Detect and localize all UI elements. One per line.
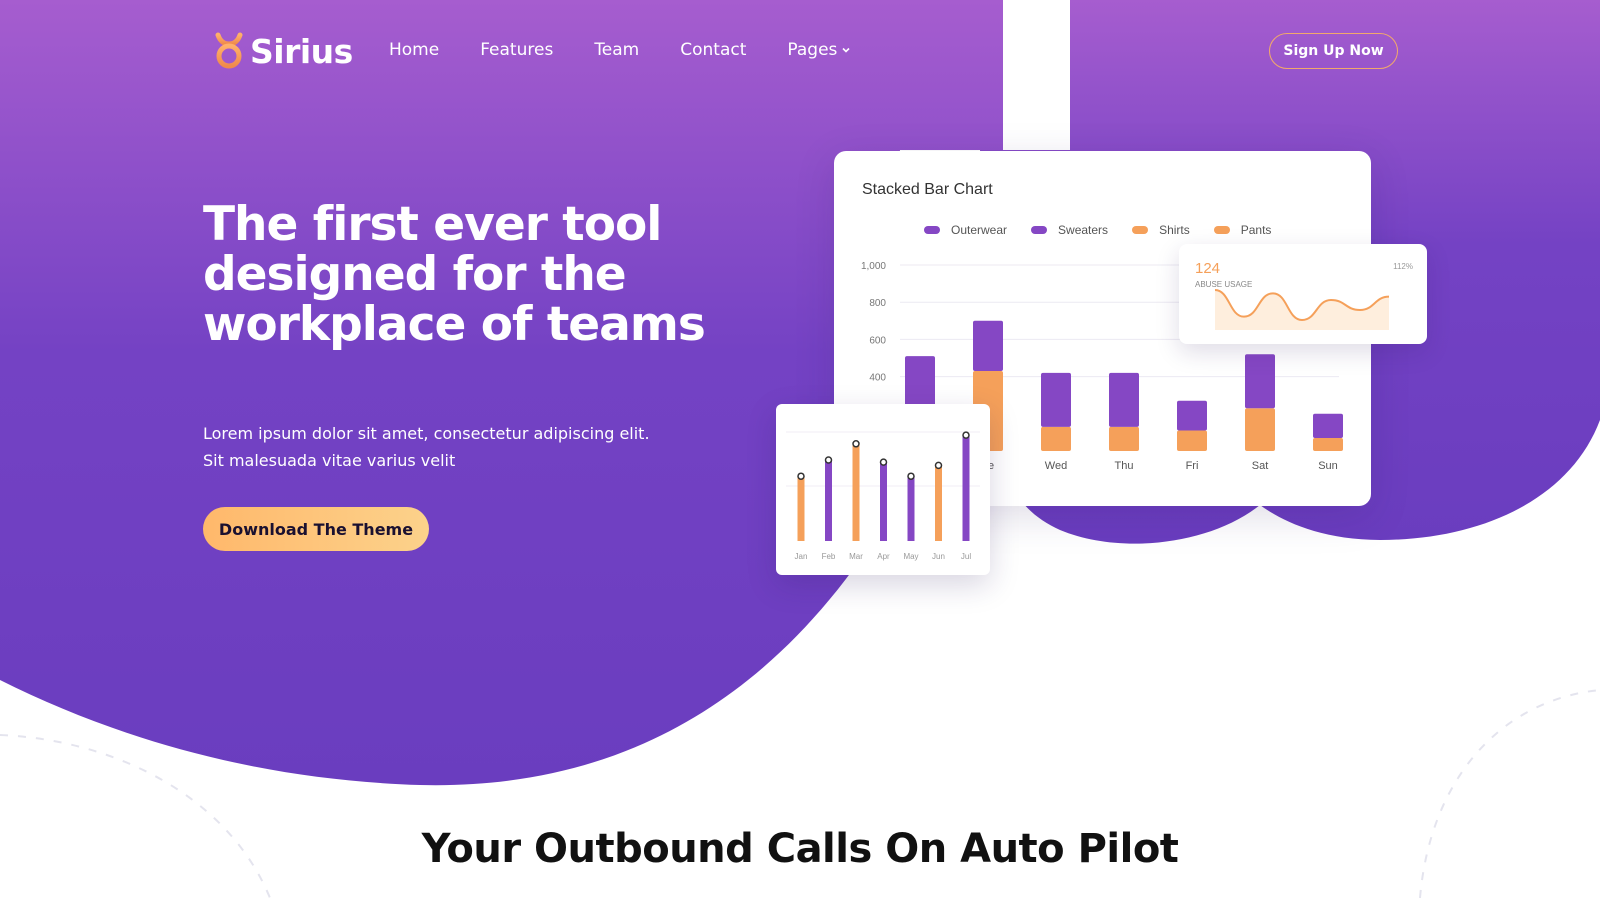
- month-bar: [907, 476, 915, 541]
- stacked-bar-segment: [1313, 437, 1343, 451]
- hero-title: The first ever tool designed for the wor…: [203, 197, 706, 352]
- month-label: Jan: [795, 552, 808, 561]
- main-menu: Home Features Team Contact Pages: [389, 40, 892, 60]
- chevron-down-icon: [842, 47, 850, 53]
- x-tick-label: Thu: [1115, 460, 1134, 472]
- stacked-bar-segment: [1109, 372, 1139, 427]
- nav-features[interactable]: Features: [480, 40, 553, 60]
- month-bar: [935, 465, 942, 541]
- x-tick-label: Fri: [1186, 460, 1199, 472]
- y-tick-label: 600: [869, 335, 886, 346]
- x-tick-label: Sat: [1252, 460, 1269, 472]
- month-label: Mar: [849, 552, 863, 561]
- month-label: Apr: [877, 552, 890, 561]
- hero-subtitle-line-1: Lorem ipsum dolor sit amet, consectetur …: [203, 424, 650, 443]
- y-tick-label: 800: [869, 298, 886, 309]
- usage-stat-card: 124 ABUSE USAGE 112%: [1179, 244, 1427, 344]
- download-theme-button[interactable]: Download The Theme: [203, 507, 429, 551]
- x-tick-label: Wed: [1045, 460, 1067, 472]
- y-tick-label: 1,000: [861, 261, 886, 272]
- monthly-bar-chart: Jan Feb Mar Apr May Jun Jul: [786, 431, 980, 561]
- sign-up-button[interactable]: Sign Up Now: [1269, 33, 1398, 69]
- nav-pages-label: Pages: [787, 40, 838, 60]
- month-bar: [852, 443, 860, 541]
- month-bar-dot: [824, 456, 833, 464]
- month-bar: [962, 435, 970, 541]
- x-tick-label: Sun: [1318, 460, 1338, 472]
- month-bar-dot: [852, 440, 860, 448]
- brand-name: Sirius: [250, 31, 353, 71]
- stacked-bar-segment: [1177, 400, 1207, 431]
- nav-contact[interactable]: Contact: [680, 40, 746, 60]
- month-bar-dot: [962, 431, 970, 439]
- stacked-bar-segment: [1041, 426, 1071, 451]
- month-bar-dot: [797, 472, 805, 480]
- usage-sparkline: [1214, 289, 1390, 330]
- month-bar: [797, 476, 805, 541]
- hero-subtitle-line-2: Sit malesuada vitae varius velit: [203, 451, 456, 470]
- nav-pages[interactable]: Pages: [787, 40, 851, 60]
- hero-subtitle: Lorem ipsum dolor sit amet, consectetur …: [203, 420, 703, 474]
- nav-home[interactable]: Home: [389, 40, 439, 60]
- stacked-bar-segment: [1109, 426, 1139, 451]
- stacked-bar-segment: [1177, 430, 1207, 451]
- stacked-bar-segment: [973, 320, 1003, 372]
- taurus-icon: [215, 32, 243, 69]
- stacked-bar-segment: [1245, 408, 1275, 451]
- month-bar: [825, 460, 832, 541]
- month-bar: [880, 462, 887, 541]
- month-label: May: [903, 552, 918, 561]
- nav-team[interactable]: Team: [594, 40, 639, 60]
- month-label: Jun: [932, 552, 945, 561]
- month-label: Jul: [961, 552, 971, 561]
- brand-logo[interactable]: Sirius: [214, 30, 353, 72]
- month-bar-dot: [907, 472, 915, 480]
- month-bar-dot: [934, 461, 943, 470]
- top-navigation: Sirius Home Features Team Contact Pages …: [0, 0, 1600, 100]
- monthly-bar-chart-card: Jan Feb Mar Apr May Jun Jul: [776, 404, 990, 575]
- stacked-bar-segment: [1245, 354, 1275, 409]
- y-tick-label: 400: [869, 373, 886, 384]
- month-bar-dot: [879, 458, 888, 466]
- stacked-bar-segment: [1313, 413, 1343, 438]
- stacked-bar-segment: [1041, 372, 1071, 427]
- month-label: Feb: [822, 552, 836, 561]
- section-title: Your Outbound Calls On Auto Pilot: [421, 826, 1179, 872]
